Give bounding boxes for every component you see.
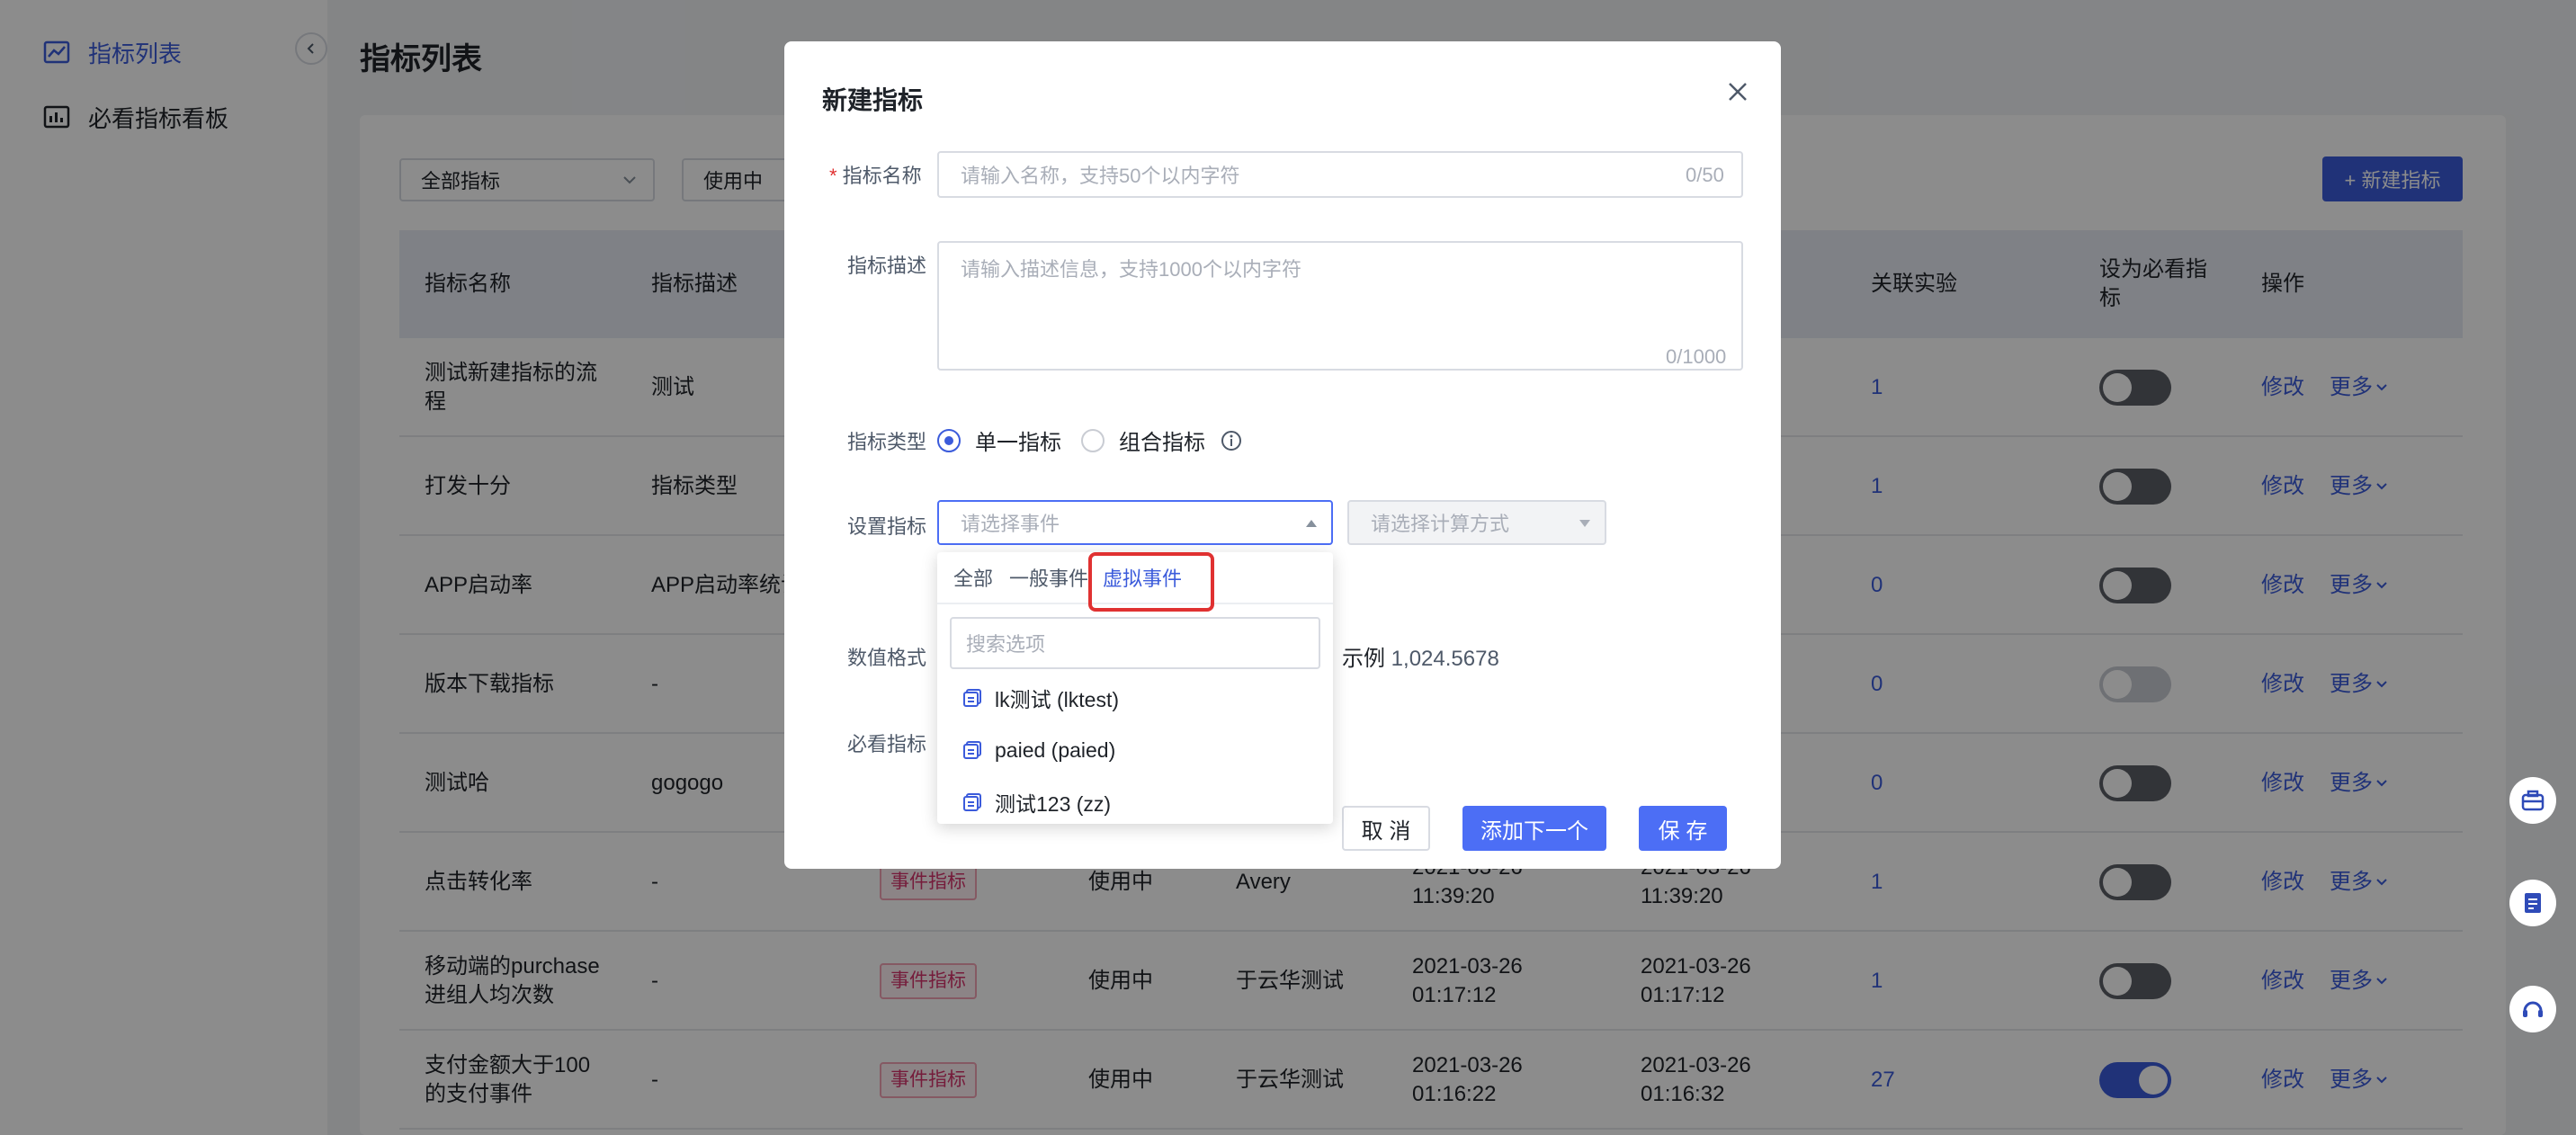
virtual-event-icon (963, 741, 981, 759)
virtual-event-icon (963, 793, 981, 811)
radio-single-metric[interactable]: 单一指标 (937, 425, 1061, 456)
save-button[interactable]: 保 存 (1639, 806, 1727, 851)
calc-method-placeholder: 请选择计算方式 (1371, 513, 1510, 535)
metric-desc-textarea[interactable]: 请输入描述信息，支持1000个以内字符 (937, 241, 1743, 371)
radio-combo-label: 组合指标 (1119, 431, 1205, 455)
option-item[interactable]: paied (paied) (962, 732, 1115, 768)
option-label: paied (paied) (995, 737, 1116, 762)
caret-up-icon (1306, 520, 1317, 527)
cancel-button[interactable]: 取 消 (1342, 806, 1430, 851)
close-button[interactable] (1720, 74, 1756, 110)
radio-checked-icon (937, 428, 961, 452)
format-example-value: 1,024.5678 (1391, 647, 1499, 671)
highlight-box (1088, 552, 1214, 612)
name-label: * 指标名称 (829, 160, 922, 189)
info-icon[interactable] (1220, 429, 1243, 452)
caret-down-icon (1579, 520, 1590, 527)
briefcase-icon (2521, 790, 2545, 811)
add-next-button[interactable]: 添加下一个 (1462, 806, 1606, 851)
metric-name-input[interactable]: 请输入名称，支持50个以内字符 (937, 151, 1743, 198)
event-dropdown: 全部 一般事件 虚拟事件 搜索选项 lk测试 (lktest) paied (pa… (937, 552, 1333, 824)
option-label: 测试123 (zz) (995, 792, 1112, 816)
name-char-counter: 0/50 (1686, 164, 1724, 186)
headset-icon (2523, 1001, 2543, 1017)
event-select-placeholder: 请选择事件 (961, 513, 1060, 535)
radio-combo-metric[interactable]: 组合指标 (1081, 425, 1243, 456)
option-item[interactable]: 测试123 (zz) (962, 784, 1111, 820)
format-label: 数值格式 (847, 647, 927, 669)
float-support[interactable] (2509, 986, 2556, 1032)
metric-desc-placeholder: 请输入描述信息，支持1000个以内字符 (961, 258, 1301, 281)
calc-method-select[interactable]: 请选择计算方式 (1347, 500, 1606, 545)
format-example: 示例 1,024.5678 (1342, 640, 1499, 672)
must-watch-label: 必看指标 (847, 733, 927, 755)
option-label: lk测试 (lktest) (995, 688, 1119, 711)
float-docs[interactable] (2509, 880, 2556, 926)
required-mark: * (829, 165, 837, 187)
type-label: 指标类型 (847, 431, 927, 453)
float-toolbox[interactable] (2509, 777, 2556, 824)
radio-unchecked-icon (1081, 428, 1105, 452)
set-metric-label: 设置指标 (847, 515, 927, 538)
option-search-placeholder: 搜索选项 (966, 633, 1046, 656)
desc-label: 指标描述 (847, 255, 927, 277)
event-select[interactable]: 请选择事件 (937, 500, 1333, 545)
modal-title: 新建指标 (822, 86, 924, 114)
option-item[interactable]: lk测试 (lktest) (962, 680, 1119, 716)
close-icon (1729, 83, 1747, 101)
document-icon (2525, 893, 2541, 913)
name-label-text: 指标名称 (842, 165, 922, 187)
metric-name-placeholder: 请输入名称，支持50个以内字符 (961, 165, 1240, 187)
option-search-input[interactable]: 搜索选项 (950, 617, 1320, 669)
desc-char-counter: 0/1000 (1666, 345, 1727, 368)
tab-all[interactable]: 全部 (953, 563, 993, 592)
tab-general-event[interactable]: 一般事件 (1009, 563, 1088, 592)
radio-single-label: 单一指标 (975, 431, 1061, 455)
format-example-prefix: 示例 (1342, 647, 1385, 671)
virtual-event-icon (963, 689, 981, 707)
